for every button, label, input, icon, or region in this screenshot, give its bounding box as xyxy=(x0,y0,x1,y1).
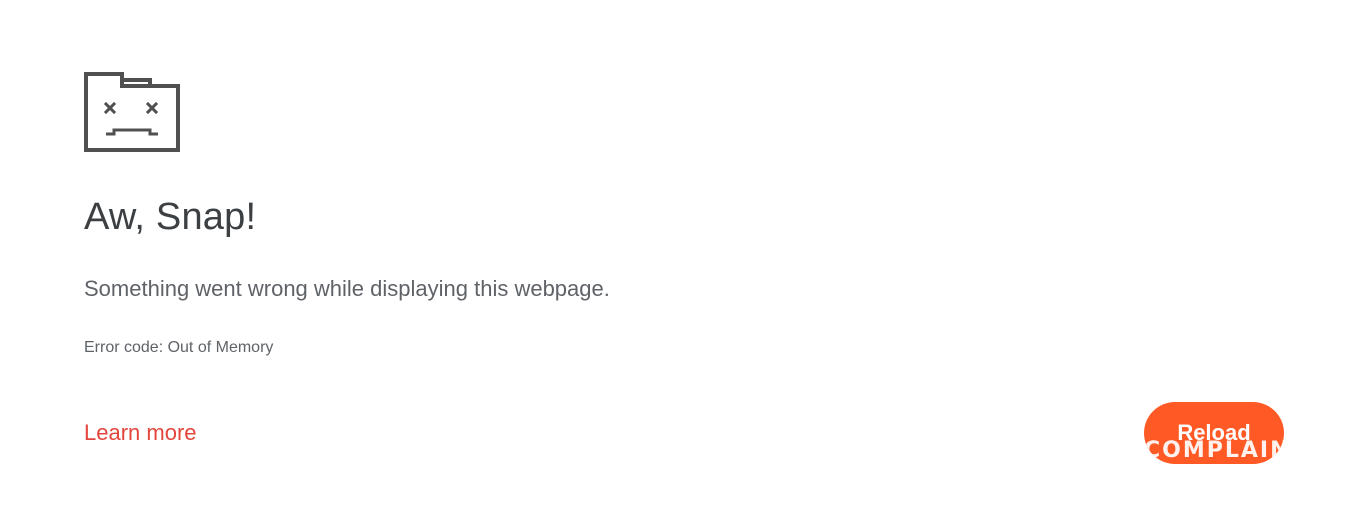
page-title: Aw, Snap! xyxy=(84,196,257,238)
watermark-text: COMPLAINT xyxy=(1144,438,1284,463)
learn-more-link[interactable]: Learn more xyxy=(84,420,197,446)
error-code: Error code: Out of Memory xyxy=(84,339,274,356)
error-page: Aw, Snap! Something went wrong while dis… xyxy=(0,0,1346,506)
error-message: Something went wrong while displaying th… xyxy=(84,276,610,301)
sad-tab-icon xyxy=(84,72,180,152)
reload-button[interactable]: Reload COMPLAINT xyxy=(1144,402,1284,464)
